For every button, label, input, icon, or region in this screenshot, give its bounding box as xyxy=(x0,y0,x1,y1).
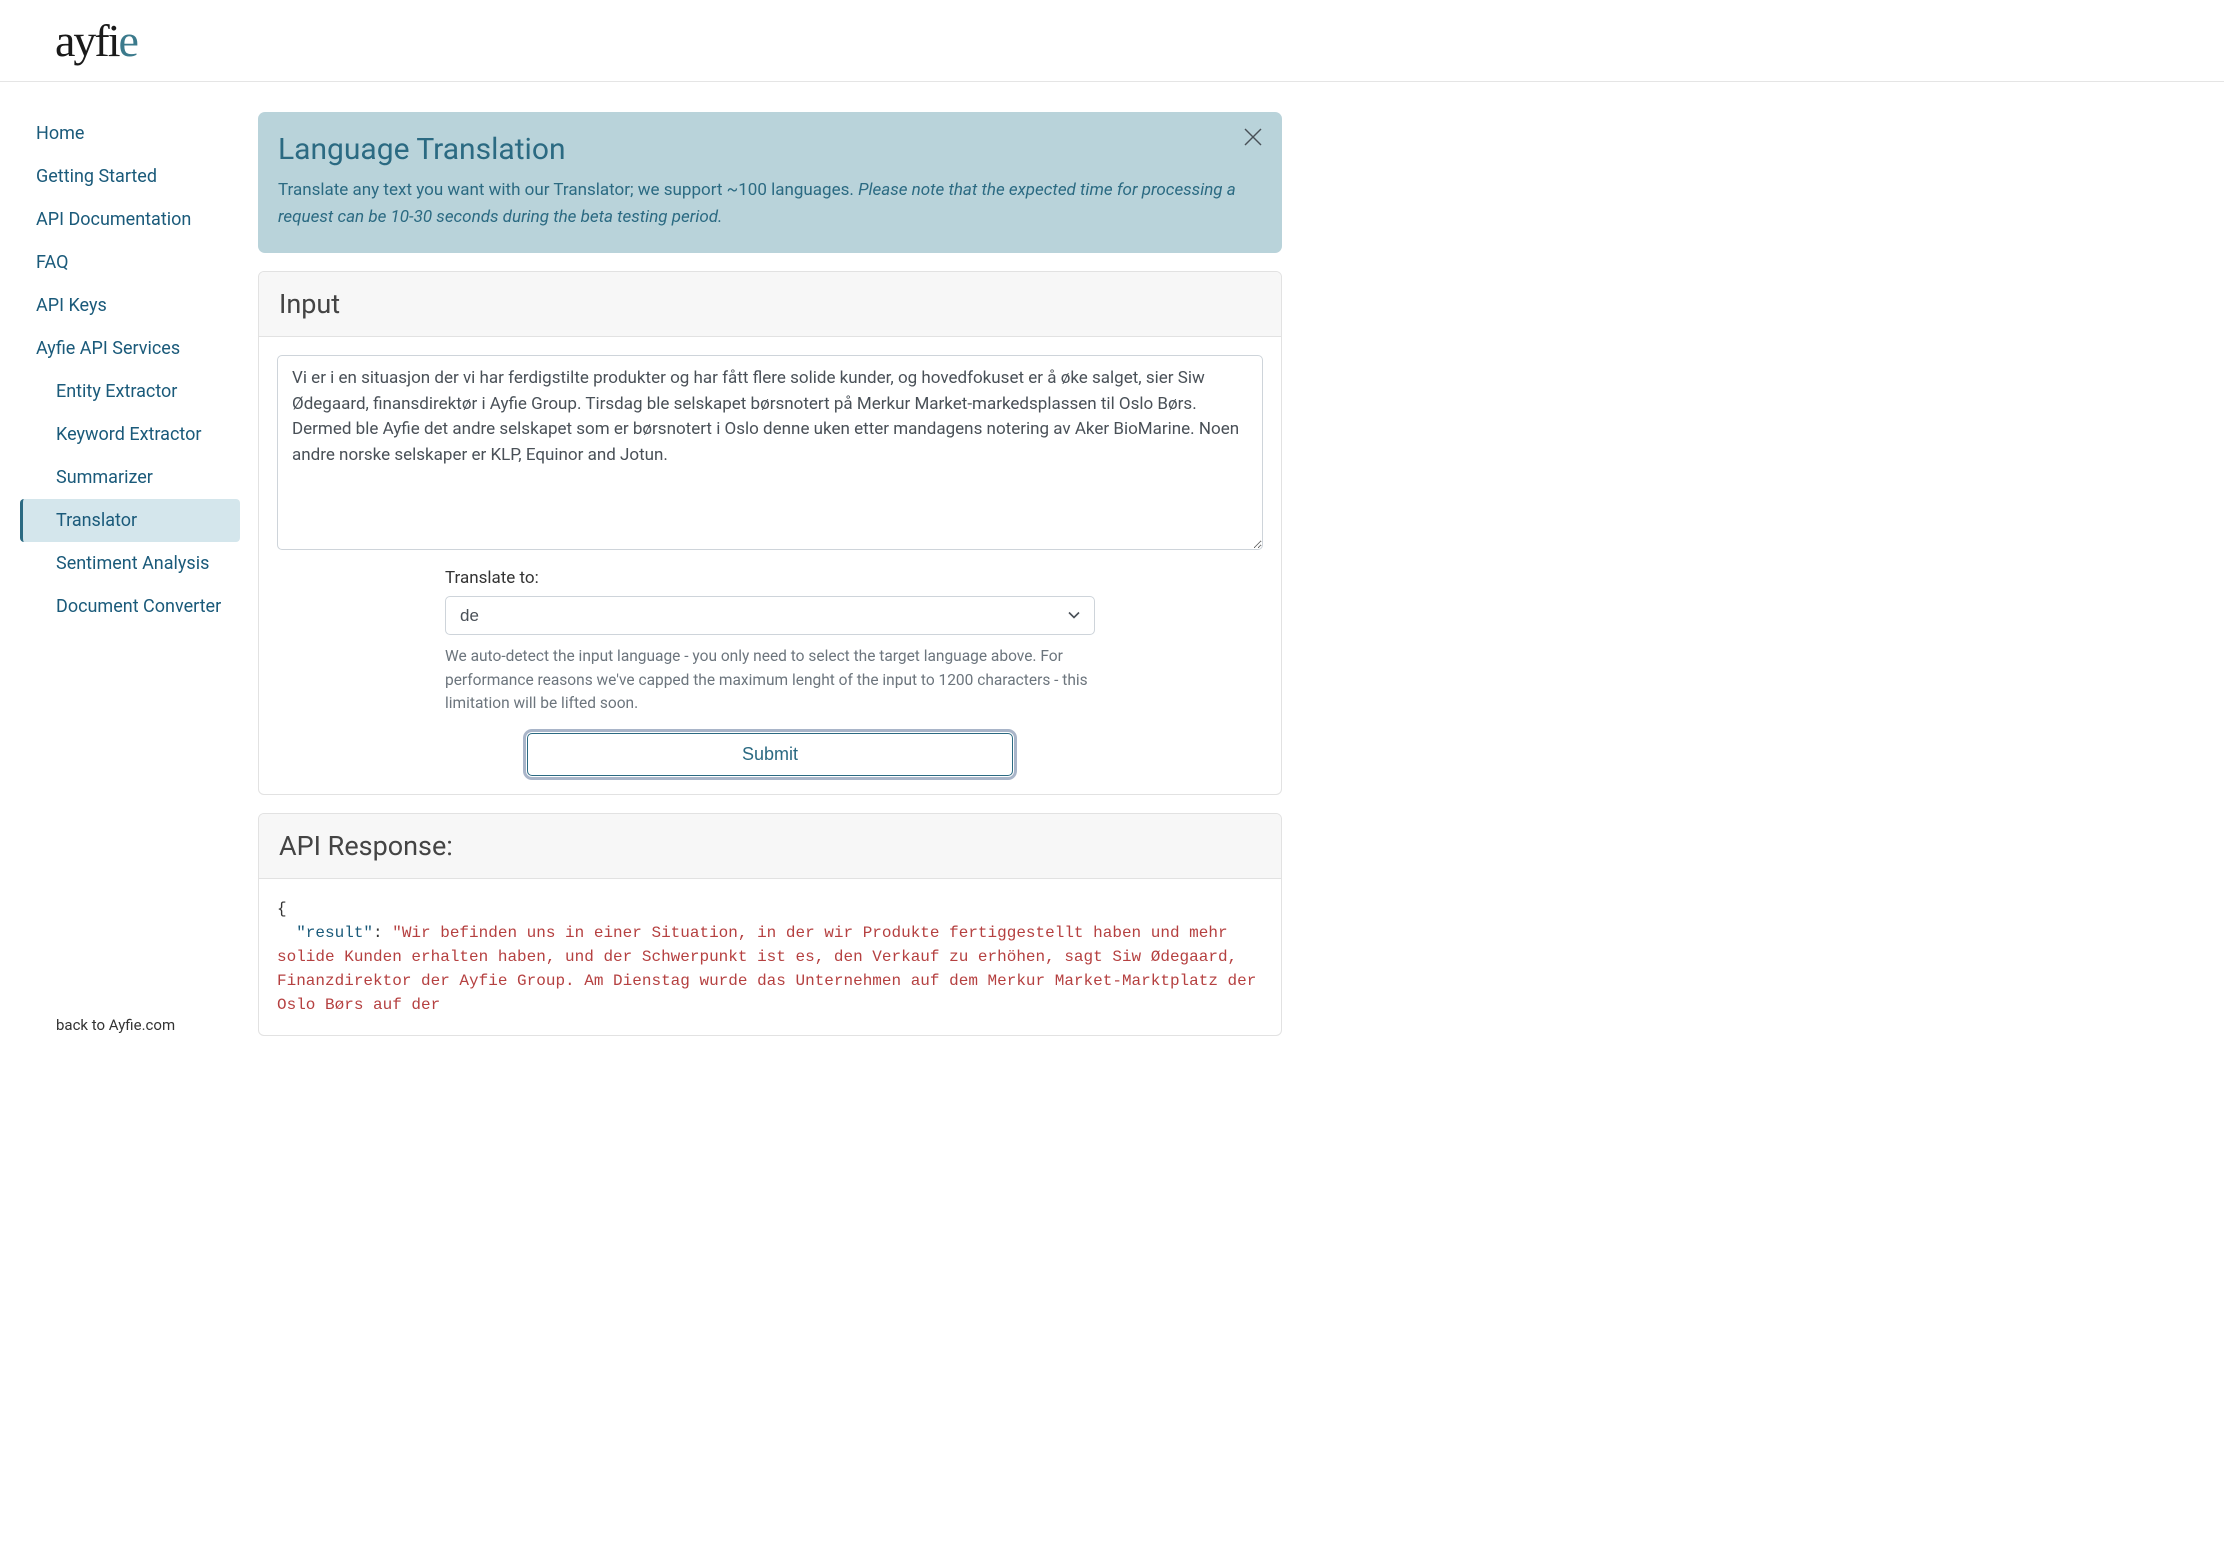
api-response-body: { "result": "Wir befinden uns in einer S… xyxy=(259,879,1281,1035)
header: ayfie xyxy=(0,0,2224,82)
logo-main: ayfi xyxy=(55,15,119,66)
translate-to-label: Translate to: xyxy=(445,568,1095,588)
response-card: API Response: { "result": "Wir befinden … xyxy=(258,813,1282,1036)
close-icon[interactable] xyxy=(1242,126,1264,153)
input-card-header: Input xyxy=(259,272,1281,337)
logo[interactable]: ayfie xyxy=(55,15,137,66)
sidebar-item-home[interactable]: Home xyxy=(20,112,240,155)
banner-text: Translate any text you want with our Tra… xyxy=(278,177,1262,231)
response-card-header: API Response: xyxy=(259,814,1281,879)
input-card: Input Translate to: de xyxy=(258,271,1282,795)
banner-text-main: Translate any text you want with our Tra… xyxy=(278,180,858,200)
sidebar-item-ayfie-api-services[interactable]: Ayfie API Services xyxy=(20,327,240,370)
sidebar-item-document-converter[interactable]: Document Converter xyxy=(20,585,240,628)
sidebar-item-api-keys[interactable]: API Keys xyxy=(20,284,240,327)
input-textarea[interactable] xyxy=(277,355,1263,550)
sidebar-item-api-documentation[interactable]: API Documentation xyxy=(20,198,240,241)
sidebar-item-sentiment-analysis[interactable]: Sentiment Analysis xyxy=(20,542,240,585)
sidebar-item-faq[interactable]: FAQ xyxy=(20,241,240,284)
sidebar-item-translator[interactable]: Translator xyxy=(20,499,240,542)
sidebar: Home Getting Started API Documentation F… xyxy=(0,112,240,1054)
json-value: "Wir befinden uns in einer Situation, in… xyxy=(277,924,1266,1014)
sidebar-item-summarizer[interactable]: Summarizer xyxy=(20,456,240,499)
sidebar-item-entity-extractor[interactable]: Entity Extractor xyxy=(20,370,240,413)
sidebar-footer-link[interactable]: back to Ayfie.com xyxy=(20,1016,240,1054)
banner-title: Language Translation xyxy=(278,132,1262,167)
response-header-title: API Response: xyxy=(279,830,1261,862)
main-content: Language Translation Translate any text … xyxy=(240,112,1300,1054)
json-key: "result" xyxy=(296,924,373,942)
sidebar-item-getting-started[interactable]: Getting Started xyxy=(20,155,240,198)
info-banner: Language Translation Translate any text … xyxy=(258,112,1282,253)
sidebar-item-keyword-extractor[interactable]: Keyword Extractor xyxy=(20,413,240,456)
submit-button[interactable]: Submit xyxy=(527,733,1013,776)
input-header-title: Input xyxy=(279,288,1261,320)
language-select[interactable]: de xyxy=(445,596,1095,635)
logo-accent: e xyxy=(119,15,137,66)
help-text: We auto-detect the input language - you … xyxy=(445,645,1095,715)
